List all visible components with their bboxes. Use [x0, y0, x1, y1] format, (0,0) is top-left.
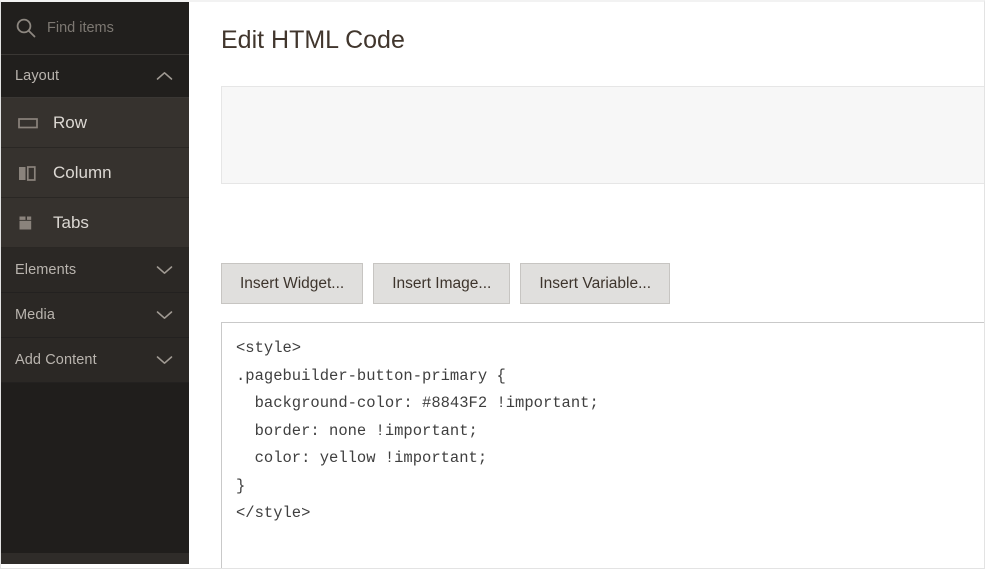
sidebar-group-label: Media	[15, 307, 55, 323]
sidebar-item-column[interactable]: Column	[1, 148, 189, 198]
insert-variable-button[interactable]: Insert Variable...	[520, 263, 671, 304]
sidebar-group-media[interactable]: Media	[1, 293, 189, 338]
tabs-icon	[19, 216, 32, 229]
sidebar-group-add-content[interactable]: Add Content	[1, 338, 189, 383]
sidebar-item-label: Tabs	[53, 212, 89, 232]
row-icon	[18, 117, 38, 128]
main-content: Edit HTML Code Insert Widget... Insert I…	[190, 2, 984, 568]
sidebar-item-tabs[interactable]: Tabs	[1, 198, 189, 248]
sidebar-group-label: Add Content	[15, 352, 97, 368]
search-icon	[16, 18, 36, 38]
insert-button-row: Insert Widget... Insert Image... Insert …	[221, 263, 671, 304]
sidebar-item-label: Row	[53, 112, 88, 132]
page-title: Edit HTML Code	[221, 26, 405, 54]
sidebar-item-row[interactable]: Row	[1, 98, 189, 148]
preview-pane[interactable]	[221, 86, 984, 184]
insert-widget-button[interactable]: Insert Widget...	[221, 263, 364, 304]
sidebar-group-label: Layout	[15, 68, 60, 84]
insert-image-button[interactable]: Insert Image...	[373, 263, 511, 304]
app-window: Layout Row Column Tabs	[0, 0, 985, 569]
chevron-down-icon	[156, 356, 173, 364]
sidebar-group-layout[interactable]: Layout	[1, 54, 189, 98]
column-icon	[19, 165, 36, 181]
search-input[interactable]	[47, 20, 167, 36]
code-editor[interactable]	[221, 322, 984, 568]
sidebar-group-label: Elements	[15, 262, 77, 278]
chevron-up-icon	[156, 71, 173, 80]
sidebar-group-elements[interactable]: Elements	[1, 248, 189, 293]
html-code-textarea[interactable]	[222, 323, 984, 568]
sidebar-empty-space	[1, 383, 189, 553]
search-bar[interactable]	[1, 2, 189, 54]
sidebar-item-label: Column	[53, 162, 112, 182]
chevron-down-icon	[156, 311, 173, 319]
chevron-down-icon	[156, 266, 173, 274]
sidebar: Layout Row Column Tabs	[1, 2, 189, 564]
